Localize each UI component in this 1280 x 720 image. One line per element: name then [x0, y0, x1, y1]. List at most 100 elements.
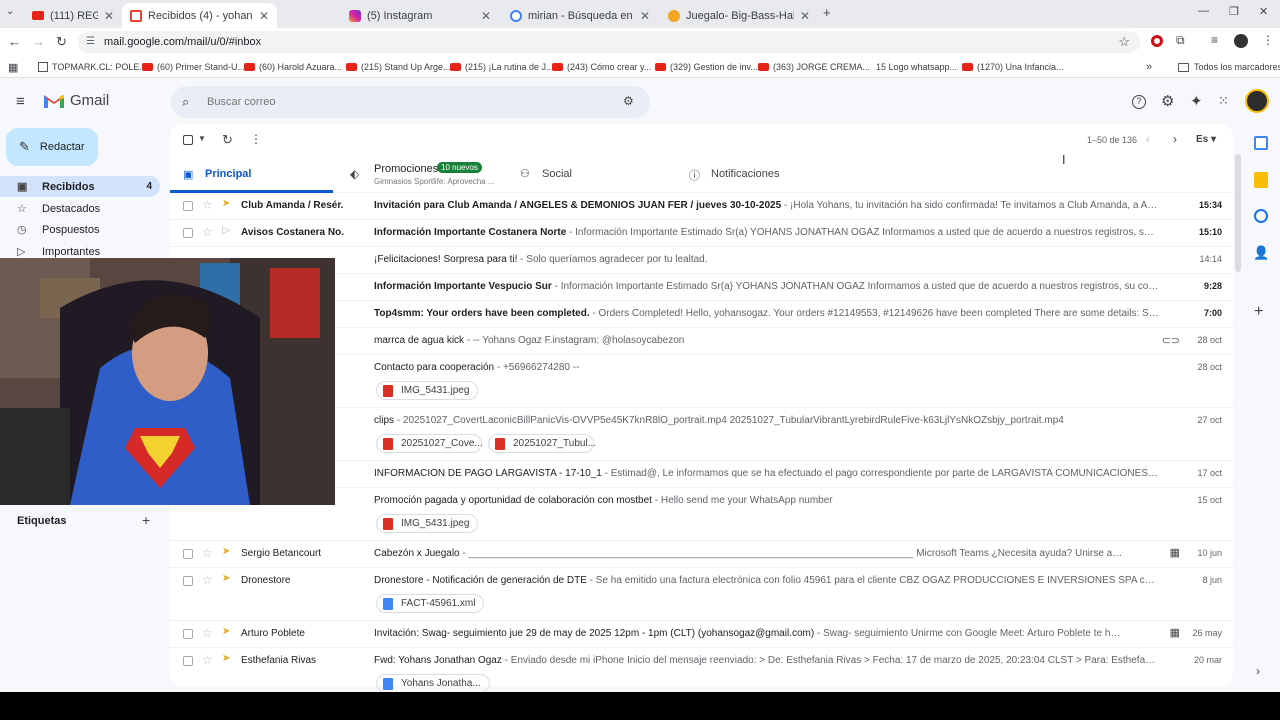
attachment-chip[interactable]: 20251027_Cove... — [376, 434, 483, 453]
email-row[interactable]: ☆ ➤ Dronestore Dronestore - Notificación … — [170, 568, 1233, 621]
star-icon[interactable]: ☆ — [202, 573, 213, 587]
bookmark-item[interactable]: (60) Primer Stand-U... — [142, 56, 245, 78]
search-bar[interactable]: ⌕ ⚙ — [171, 86, 650, 118]
more-actions-icon[interactable]: ⋮ — [250, 132, 262, 146]
browser-tab[interactable]: mirian - Búsqueda en Google ✕ — [502, 3, 658, 28]
add-label-icon[interactable]: + — [142, 512, 150, 528]
add-addon-icon[interactable]: + — [1254, 303, 1263, 321]
close-tab-icon[interactable]: ✕ — [481, 9, 491, 23]
star-icon[interactable]: ☆ — [202, 653, 213, 667]
tasks-app-icon[interactable] — [1254, 209, 1268, 223]
row-checkbox[interactable] — [183, 629, 193, 639]
important-marker-icon[interactable]: ➤ — [222, 573, 230, 584]
select-dropdown-icon[interactable]: ▼ — [198, 134, 206, 143]
attachment-chip[interactable]: Yohans Jonatha... — [376, 674, 490, 693]
new-tab-icon[interactable]: + — [823, 5, 831, 20]
star-icon[interactable]: ☆ — [202, 225, 213, 239]
close-window-icon[interactable]: ✕ — [1259, 5, 1268, 18]
refresh-icon[interactable]: ↻ — [222, 132, 233, 148]
search-options-icon[interactable]: ⚙ — [623, 94, 634, 108]
settings-icon[interactable]: ⚙ — [1161, 92, 1174, 110]
reload-icon[interactable]: ↻ — [56, 34, 67, 50]
nav-snoozed[interactable]: ◷ Pospuestos — [0, 219, 160, 240]
row-checkbox[interactable] — [183, 228, 193, 238]
tab-notificaciones[interactable]: ⓘ Notificaciones — [680, 156, 845, 193]
important-marker-icon[interactable]: ➤ — [222, 198, 230, 209]
star-icon[interactable]: ☆ — [202, 546, 213, 560]
prev-page-icon[interactable]: ‹ — [1146, 132, 1150, 146]
browser-tab[interactable]: Juegalo- Big-Bass-Halloween-2 ✕ — [660, 3, 818, 28]
extensions-icon[interactable]: ⧉ — [1176, 33, 1185, 48]
important-marker-icon[interactable]: ➤ — [222, 653, 230, 664]
collapse-panel-icon[interactable]: › — [1256, 664, 1260, 678]
scrollbar-thumb[interactable] — [1235, 154, 1241, 272]
bookmark-item[interactable]: (60) Harold Azuara... — [244, 56, 342, 78]
row-checkbox[interactable] — [183, 201, 193, 211]
attachment-chip[interactable]: IMG_5431.jpeg — [376, 514, 479, 533]
bookmark-item[interactable]: (1270) Una Infancia... — [962, 56, 1064, 78]
keep-app-icon[interactable] — [1254, 172, 1268, 188]
row-checkbox[interactable] — [183, 656, 193, 666]
nav-starred[interactable]: ☆ Destacados — [0, 198, 160, 219]
close-tab-icon[interactable]: ✕ — [800, 9, 810, 23]
tab-promociones[interactable]: ⬖ Promociones 10 nuevos Gimnasios Sportl… — [340, 156, 505, 193]
apps-grid-icon[interactable]: ▦ — [8, 56, 18, 78]
select-all-checkbox[interactable] — [183, 135, 193, 145]
extension-opera-icon[interactable] — [1151, 35, 1163, 47]
close-tab-icon[interactable]: ✕ — [640, 9, 650, 23]
input-tools-lang[interactable]: Es ▾ — [1196, 134, 1216, 145]
contacts-app-icon[interactable]: 👤 — [1253, 245, 1269, 261]
bookmark-item[interactable]: (215) ¡La rutina de J... — [450, 56, 554, 78]
star-icon[interactable]: ☆ — [202, 626, 213, 640]
bookmark-item[interactable]: (215) Stand Up Arge... — [346, 56, 451, 78]
tab-principal[interactable]: ▣ Principal — [170, 156, 333, 193]
attachment-chip[interactable]: 20251027_Tubul... — [488, 434, 596, 453]
important-marker-icon[interactable]: ➤ — [222, 626, 230, 637]
important-marker-icon[interactable]: ➤ — [222, 546, 230, 557]
star-icon[interactable]: ☆ — [202, 198, 213, 212]
compose-button[interactable]: ✎ Redactar — [6, 128, 98, 166]
row-checkbox[interactable] — [183, 549, 193, 559]
bookmark-item[interactable]: (329) Gestion de inv... — [655, 56, 758, 78]
browser-tab-active[interactable]: Recibidos (4) - yohansogaz@gmail ✕ — [122, 3, 277, 28]
more-bookmarks-icon[interactable]: » — [1146, 56, 1152, 78]
next-page-icon[interactable]: › — [1173, 132, 1177, 146]
email-row[interactable]: ☆ ➤ Sergio Betancourt Cabezón x Juegalo -… — [170, 541, 1233, 568]
close-tab-icon[interactable]: ✕ — [104, 9, 114, 23]
tab-search-icon[interactable]: ⌄ — [6, 6, 14, 17]
browser-tab[interactable]: (5) Instagram ✕ — [341, 3, 499, 28]
email-row[interactable]: ☆ ➤ Arturo Poblete Invitación: Swag- segu… — [170, 621, 1233, 648]
attachment-chip[interactable]: FACT-45961.xml — [376, 594, 485, 613]
minimize-icon[interactable]: — — [1198, 5, 1209, 17]
site-info-icon[interactable]: ☰ — [86, 31, 95, 53]
browser-menu-icon[interactable]: ⋮ — [1262, 33, 1274, 47]
account-avatar[interactable] — [1245, 89, 1269, 113]
tab-social[interactable]: ⚇ Social — [510, 156, 675, 193]
bookmark-item[interactable]: (363) JORGE CREMA... — [758, 56, 870, 78]
forward-icon[interactable]: → — [32, 34, 45, 49]
email-row[interactable]: ☆ ▷ Avisos Costanera No. Información Impo… — [170, 220, 1233, 247]
url-field[interactable]: ☰ mail.google.com/mail/u/0/#inbox ☆ — [78, 31, 1140, 53]
profile-avatar-icon[interactable] — [1234, 34, 1248, 48]
search-input[interactable] — [207, 94, 587, 110]
email-row[interactable]: ☆ ➤ Esthefania Rivas Fwd: Yohans Jonathan… — [170, 648, 1233, 693]
restore-icon[interactable]: ❐ — [1229, 5, 1239, 18]
bookmark-item[interactable]: 15 Logo whatsapp... — [862, 56, 957, 78]
all-bookmarks-folder[interactable]: Todos los marcadores — [1178, 56, 1280, 78]
email-row[interactable]: ☆ ➤ Club Amanda / Resér. Invitación para … — [170, 193, 1233, 220]
attachment-chip[interactable]: IMG_5431.jpeg — [376, 381, 479, 400]
calendar-app-icon[interactable] — [1254, 136, 1268, 150]
close-tab-icon[interactable]: ✕ — [259, 9, 269, 23]
bookmark-item[interactable]: TOPMARK.CL: POLE... — [38, 56, 147, 78]
media-icon[interactable]: ≡ — [1211, 33, 1218, 47]
help-icon[interactable]: ? — [1132, 95, 1146, 109]
google-apps-icon[interactable]: ⁙ — [1218, 93, 1229, 109]
search-icon[interactable]: ⌕ — [182, 94, 189, 110]
important-marker-icon[interactable]: ▷ — [222, 225, 230, 236]
gemini-icon[interactable]: ✦ — [1190, 92, 1203, 110]
nav-inbox[interactable]: ▣ Recibidos 4 — [0, 176, 160, 197]
bookmark-item[interactable]: (243) Cómo crear y... — [552, 56, 651, 78]
bookmark-star-icon[interactable]: ☆ — [1118, 31, 1130, 53]
row-checkbox[interactable] — [183, 576, 193, 586]
browser-tab[interactable]: (111) REGGAETON AÑ ✕ — [24, 3, 122, 28]
